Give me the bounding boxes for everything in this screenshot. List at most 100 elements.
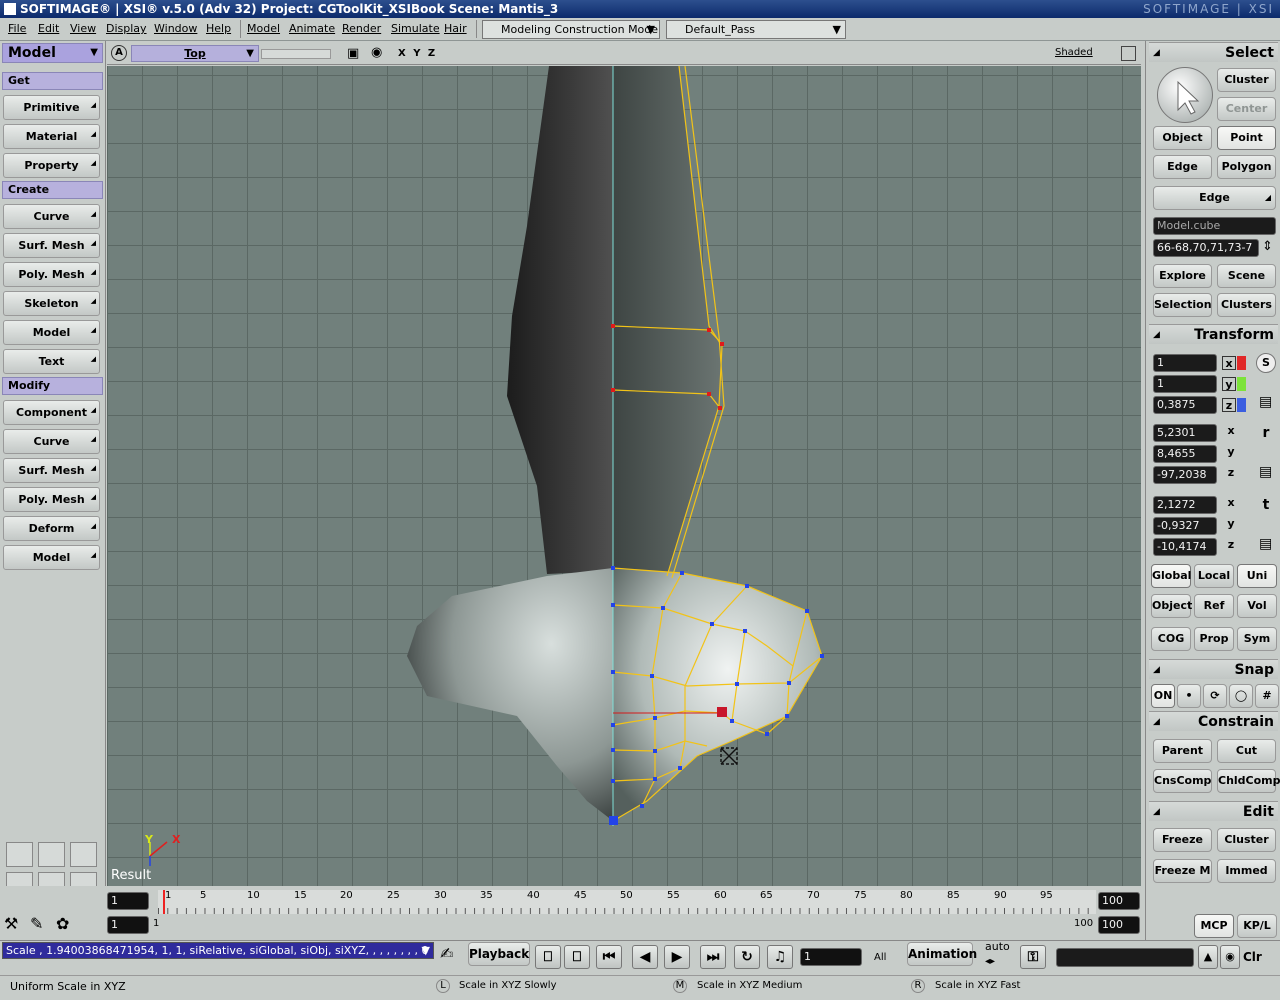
cnscomp-button[interactable]: CnsComp [1153, 769, 1212, 793]
modify-model-button[interactable]: Model ◢ [3, 545, 100, 570]
view-select[interactable]: Top ▼ [131, 45, 259, 62]
snap-surface-icon[interactable]: ◯ [1229, 684, 1253, 708]
construction-mode-select[interactable]: Modeling Construction Mode ▼ [482, 20, 660, 39]
modify-poly-mesh-button[interactable]: Poly. Mesh ◢ [3, 487, 100, 512]
polygon-button[interactable]: Polygon [1217, 155, 1276, 179]
viewport[interactable]: Y X Result [107, 66, 1141, 886]
key-icon[interactable]: ⚿ [1020, 945, 1046, 969]
tools-icon[interactable]: ⚒ [4, 914, 18, 933]
ref-button[interactable]: Ref [1194, 594, 1234, 618]
modify-component-button[interactable]: Component ◢ [3, 400, 100, 425]
local-button[interactable]: Local [1194, 564, 1234, 588]
eye-icon[interactable]: ◉ [371, 45, 382, 60]
module-simulate[interactable]: Simulate [391, 22, 440, 35]
translate-y-toggle[interactable]: y [1224, 517, 1238, 531]
scale-z-field[interactable]: 0,3875 [1153, 396, 1217, 414]
timeline-ruler[interactable]: 1 5 10 15 20 25 30 35 40 45 50 55 60 65 … [158, 890, 1096, 914]
timeline-end-bottom[interactable]: 100 [1098, 916, 1140, 934]
script-editor-icon[interactable]: ✍ [440, 944, 453, 963]
create-text-button[interactable]: Text ◢ [3, 349, 100, 374]
translate-x-field[interactable]: 2,1272 [1153, 496, 1217, 514]
vol-button[interactable]: Vol [1237, 594, 1277, 618]
animation-button[interactable]: Animation [907, 942, 977, 966]
center-button[interactable]: Center [1217, 97, 1276, 121]
snap-header[interactable]: ◢ Snap [1149, 659, 1278, 679]
prev-frame-icon[interactable]: ◀ [632, 945, 658, 969]
scene-button[interactable]: Scene [1217, 264, 1276, 288]
parent-button[interactable]: Parent [1153, 739, 1212, 763]
object-ref-button[interactable]: Object [1151, 594, 1192, 618]
menu-display[interactable]: Display [106, 22, 147, 35]
freeze-button[interactable]: Freeze [1153, 828, 1212, 852]
scale-mode-button[interactable]: S [1256, 353, 1276, 373]
brush-icon[interactable]: ✎ [30, 914, 43, 933]
auto-key-arrows-icon[interactable]: ◂▸ [985, 956, 995, 967]
get-property-button[interactable]: Property ◢ [3, 153, 100, 178]
layout-grid-icon[interactable] [70, 842, 97, 867]
snap-curve-icon[interactable]: ⟳ [1203, 684, 1227, 708]
menu-help[interactable]: Help [206, 22, 231, 35]
rotate-mode-button[interactable]: r [1256, 424, 1276, 444]
create-model-button[interactable]: Model ◢ [3, 320, 100, 345]
translate-x-toggle[interactable]: x [1224, 496, 1238, 510]
last-frame-icon[interactable]: ⏭ [700, 945, 726, 969]
palette-icon[interactable]: ✿ [56, 914, 69, 933]
module-model[interactable]: Model [247, 22, 280, 35]
menu-file[interactable]: File [8, 22, 26, 35]
cluster-button[interactable]: Cluster [1217, 68, 1276, 92]
snap-on-button[interactable]: ON [1151, 684, 1175, 708]
viewport-letter-icon[interactable]: A [111, 45, 127, 61]
playback-button[interactable]: Playback [468, 942, 530, 966]
constrain-header[interactable]: ◢ Constrain [1149, 711, 1278, 731]
scale-x-field[interactable]: 1 [1153, 354, 1217, 372]
edge-button[interactable]: Edge [1153, 155, 1212, 179]
scale-y-field[interactable]: 1 [1153, 375, 1217, 393]
scale-x-toggle[interactable]: x [1222, 356, 1236, 370]
global-button[interactable]: Global [1151, 564, 1191, 588]
translate-z-field[interactable]: -10,4174 [1153, 538, 1217, 556]
layout-two-view-icon[interactable] [38, 842, 65, 867]
timeline-start-top[interactable]: 1 [107, 892, 149, 910]
uni-button[interactable]: Uni [1237, 564, 1277, 588]
kpl-tab[interactable]: KP/L [1237, 914, 1277, 938]
chldcomp-button[interactable]: ChldComp [1217, 769, 1280, 793]
get-primitive-button[interactable]: Primitive ◢ [3, 95, 100, 120]
freeze-m-button[interactable]: Freeze M [1153, 859, 1212, 883]
loop-icon[interactable]: ↻ [734, 945, 760, 969]
command-line[interactable]: Scale , 1.94003868471954, 1, 1, siRelati… [2, 942, 434, 959]
current-frame-field[interactable]: 1 [800, 948, 862, 966]
modify-surf-mesh-button[interactable]: Surf. Mesh ◢ [3, 458, 100, 483]
select-header[interactable]: ◢ Select [1149, 42, 1278, 62]
layout-four-view-icon[interactable] [6, 842, 33, 867]
cut-button[interactable]: Cut [1217, 739, 1276, 763]
prop-button[interactable]: Prop [1194, 627, 1234, 651]
module-hair[interactable]: Hair [444, 22, 467, 35]
module-render[interactable]: Render [342, 22, 381, 35]
mcp-tab[interactable]: MCP [1194, 914, 1234, 938]
menu-window[interactable]: Window [154, 22, 197, 35]
view-presets[interactable] [261, 49, 331, 59]
explore-button[interactable]: Explore [1153, 264, 1212, 288]
first-frame-icon[interactable]: ⏮ [596, 945, 622, 969]
translate-z-toggle[interactable]: z [1224, 538, 1238, 552]
rotate-x-field[interactable]: 5,2301 [1153, 424, 1217, 442]
translate-menu-icon[interactable]: ▤ [1259, 536, 1272, 552]
all-button[interactable]: All [874, 952, 886, 963]
immed-button[interactable]: Immed [1217, 859, 1276, 883]
timeline-start-bottom[interactable]: 1 [107, 916, 149, 934]
create-poly-mesh-button[interactable]: Poly. Mesh ◢ [3, 262, 100, 287]
rotate-y-field[interactable]: 8,4655 [1153, 445, 1217, 463]
maximize-view-icon[interactable] [1121, 46, 1136, 61]
modify-deform-button[interactable]: Deform ◢ [3, 516, 100, 541]
create-curve-button[interactable]: Curve ◢ [3, 204, 100, 229]
select-arrow-button[interactable] [1157, 67, 1213, 123]
play-icon[interactable]: ▶ [664, 945, 690, 969]
menu-view[interactable]: View [70, 22, 96, 35]
object-button[interactable]: Object [1153, 126, 1212, 150]
render-pass-select[interactable]: Default_Pass ▼ [666, 20, 846, 39]
clusters-button[interactable]: Clusters [1217, 293, 1276, 317]
key-down-icon[interactable]: ◉ [1220, 945, 1240, 969]
camera-icon[interactable]: ▣ [347, 46, 359, 61]
rotate-z-toggle[interactable]: z [1224, 466, 1238, 480]
snap-grid-icon[interactable]: # [1255, 684, 1279, 708]
